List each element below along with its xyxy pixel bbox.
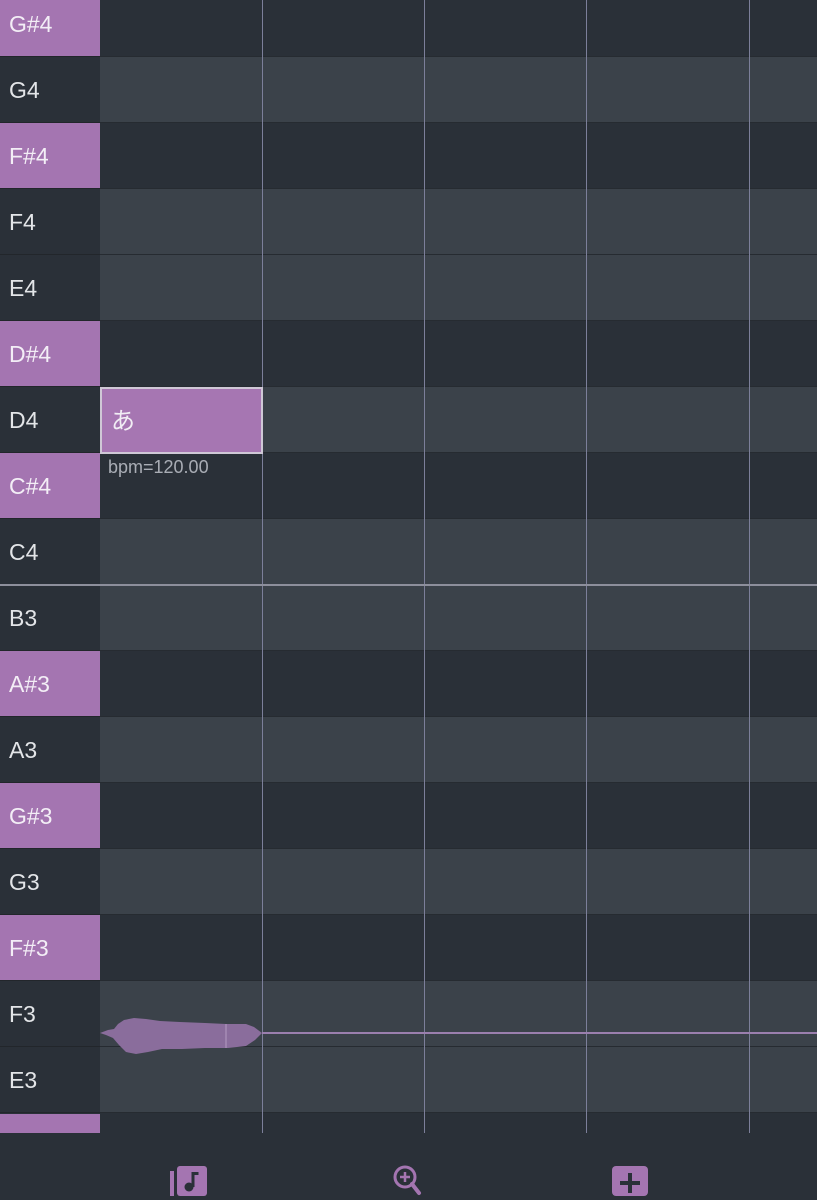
zoom-in-icon <box>393 1165 421 1195</box>
note-tool-button[interactable] <box>164 1161 214 1196</box>
piano-roll[interactable]: G#4 G4 F#4 F4 E4 D#4 D4 C#4 C4 B3 A#3 A3 G#3 G3 F#3 F3 E… <box>0 0 817 1133</box>
plus-icon <box>612 1166 648 1196</box>
zoom-in-button[interactable] <box>383 1161 433 1196</box>
piano-key-partial[interactable] <box>0 1114 100 1133</box>
waveform-shape <box>100 1018 262 1054</box>
bottom-toolbar <box>0 1133 817 1196</box>
music-note-icon <box>170 1166 207 1196</box>
add-button[interactable] <box>605 1161 655 1196</box>
pitch-waveform <box>100 1018 817 1054</box>
